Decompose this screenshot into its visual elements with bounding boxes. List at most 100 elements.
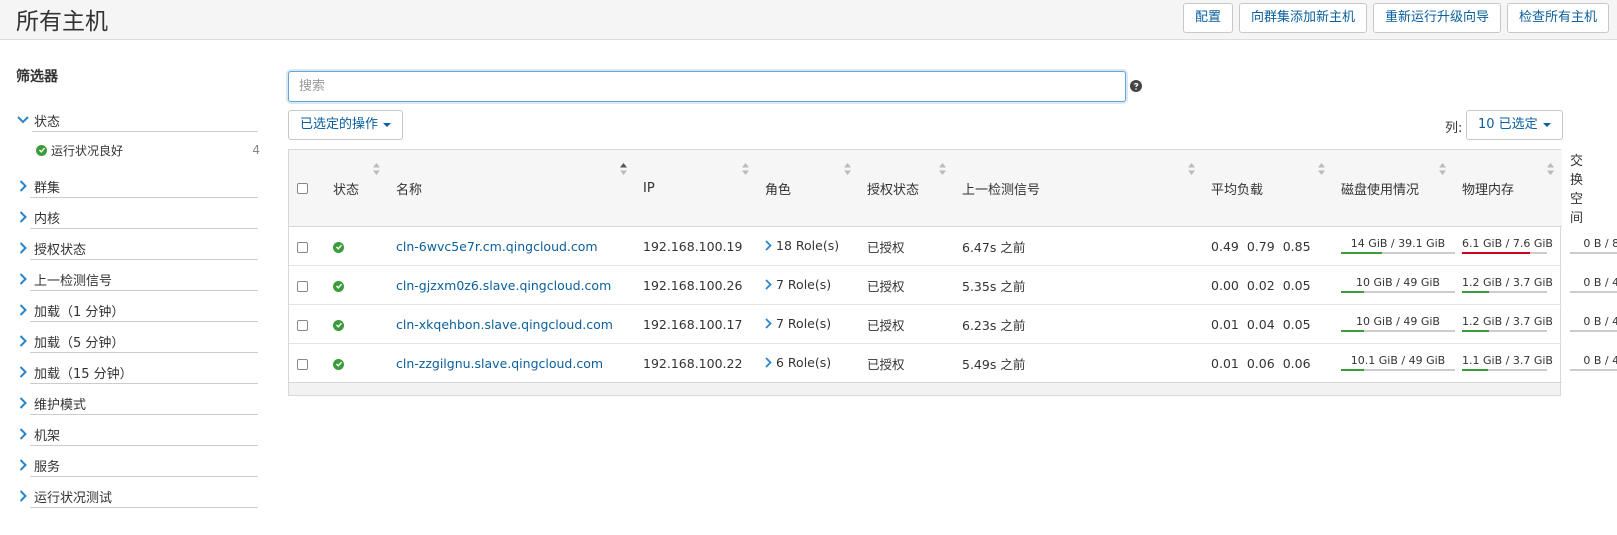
add-host-button[interactable]: 向群集添加新主机 bbox=[1238, 3, 1367, 33]
status-cell bbox=[325, 343, 388, 383]
chevron-right-icon bbox=[765, 318, 772, 329]
filter-toggle[interactable]: 加载（15 分钟） bbox=[16, 361, 262, 383]
col-header-load[interactable]: 平均负载 bbox=[1203, 150, 1334, 227]
divider bbox=[30, 476, 258, 477]
filter-label: 加载（5 分钟） bbox=[34, 335, 125, 351]
mem-usage-bar: 1.2 GiB / 3.7 GiB bbox=[1462, 316, 1553, 332]
hosts-table: 状态 名称 IP 角色 授权状态 上一检测信号 平均负载 磁盘使用情况 物理内存… bbox=[288, 149, 1617, 396]
check-circle-icon bbox=[333, 241, 344, 253]
roles-toggle[interactable]: 6 Role(s) bbox=[765, 355, 831, 370]
status-cell bbox=[325, 226, 388, 266]
roles-toggle[interactable]: 18 Role(s) bbox=[765, 238, 839, 253]
swap-usage-track bbox=[1570, 291, 1617, 293]
mem-usage-fill bbox=[1462, 291, 1490, 293]
roles-toggle[interactable]: 7 Role(s) bbox=[765, 277, 831, 292]
disk-usage-bar: 10 GiB / 49 GiB bbox=[1341, 315, 1456, 332]
col-header-roles[interactable]: 角色 bbox=[757, 150, 859, 227]
memory-cell: 1.2 GiB / 3.7 GiB bbox=[1454, 265, 1563, 305]
heartbeat-cell: 6.23s 之前 bbox=[954, 304, 1204, 344]
host-name-link[interactable]: cln-gjzxm0z6.slave.qingcloud.com bbox=[396, 278, 611, 293]
col-header-auth[interactable]: 授权状态 bbox=[859, 150, 954, 227]
filter-toggle[interactable]: 内核 bbox=[16, 206, 262, 228]
mem-usage-track bbox=[1462, 369, 1548, 371]
select-all-checkbox[interactable] bbox=[297, 182, 308, 194]
filter-group: 加载（15 分钟） bbox=[16, 361, 262, 384]
filter-toggle[interactable]: 加载（1 分钟） bbox=[16, 299, 262, 321]
load-5m: 0.04 bbox=[1246, 316, 1275, 332]
roles-cell: 7 Role(s) bbox=[757, 304, 859, 344]
search-input[interactable] bbox=[288, 71, 1126, 102]
mem-usage-track bbox=[1462, 291, 1548, 293]
sort-icon bbox=[1188, 163, 1196, 175]
select-all-cell bbox=[289, 150, 325, 227]
host-name-link[interactable]: cln-xkqehbon.slave.qingcloud.com bbox=[396, 317, 613, 332]
host-name-link[interactable]: cln-zzgilgnu.slave.qingcloud.com bbox=[396, 356, 603, 371]
col-header-name[interactable]: 名称 bbox=[388, 150, 635, 227]
filter-toggle[interactable]: 维护模式 bbox=[16, 392, 262, 414]
col-header-ip[interactable]: IP bbox=[635, 150, 757, 227]
filter-group: 服务 bbox=[16, 454, 262, 477]
name-cell: cln-xkqehbon.slave.qingcloud.com bbox=[388, 304, 635, 344]
filter-toggle-status[interactable]: 状态 bbox=[16, 109, 262, 131]
table-row: cln-zzgilgnu.slave.qingcloud.com 192.168.… bbox=[289, 343, 1617, 383]
filter-label: 内核 bbox=[34, 211, 61, 227]
row-checkbox[interactable] bbox=[297, 241, 308, 253]
columns-button-label: 10 已选定 bbox=[1478, 117, 1538, 132]
filter-toggle[interactable]: 服务 bbox=[16, 454, 262, 476]
filter-group: 维护模式 bbox=[16, 392, 262, 415]
load-cell: 0.49 0.79 0.85 bbox=[1203, 226, 1334, 266]
load-15m: 0.85 bbox=[1282, 238, 1311, 254]
filter-toggle[interactable]: 机架 bbox=[16, 423, 262, 445]
filter-label: 运行状况测试 bbox=[34, 490, 113, 506]
columns-dropdown[interactable]: 10 已选定 bbox=[1466, 110, 1563, 140]
auth-cell: 已授权 bbox=[859, 265, 954, 305]
divider bbox=[30, 414, 258, 415]
filter-toggle[interactable]: 群集 bbox=[16, 175, 262, 197]
load-1m: 0.01 bbox=[1211, 355, 1239, 371]
chevron-right-icon bbox=[765, 240, 772, 251]
row-select-cell bbox=[289, 265, 325, 305]
help-icon[interactable] bbox=[1130, 80, 1142, 92]
filter-group: 内核 bbox=[16, 206, 262, 229]
col-header-heartbeat[interactable]: 上一检测信号 bbox=[954, 150, 1204, 227]
filter-toggle[interactable]: 运行状况测试 bbox=[16, 485, 262, 507]
ip-cell: 192.168.100.19 bbox=[635, 226, 757, 266]
swap-usage-bar: 0 B / 4 GiB bbox=[1570, 277, 1617, 293]
col-header-status[interactable]: 状态 bbox=[325, 150, 388, 227]
heartbeat-cell: 6.47s 之前 bbox=[954, 226, 1204, 266]
disk-cell: 14 GiB / 39.1 GiB bbox=[1333, 226, 1456, 266]
row-checkbox[interactable] bbox=[297, 319, 308, 331]
check-circle-icon bbox=[333, 358, 344, 370]
chevron-right-icon bbox=[16, 458, 30, 472]
filter-toggle[interactable]: 加载（5 分钟） bbox=[16, 330, 262, 352]
row-checkbox[interactable] bbox=[297, 358, 308, 370]
mem-usage-fill bbox=[1462, 369, 1488, 371]
chevron-right-icon bbox=[16, 241, 30, 255]
roles-toggle[interactable]: 7 Role(s) bbox=[765, 316, 831, 331]
host-name-link[interactable]: cln-6wvc5e7r.cm.qingcloud.com bbox=[396, 239, 598, 254]
col-header-memory[interactable]: 物理内存 bbox=[1454, 150, 1563, 227]
disk-usage-text: 10 GiB / 49 GiB bbox=[1356, 315, 1440, 328]
roles-cell: 18 Role(s) bbox=[757, 226, 859, 266]
table-body: cln-6wvc5e7r.cm.qingcloud.com 192.168.100… bbox=[289, 226, 1617, 383]
page-title: 所有主机 bbox=[16, 9, 108, 35]
filter-toggle[interactable]: 授权状态 bbox=[16, 237, 262, 259]
rerun-upgrade-wizard-button[interactable]: 重新运行升级向导 bbox=[1372, 3, 1501, 33]
row-select-cell bbox=[289, 304, 325, 344]
table-row: cln-gjzxm0z6.slave.qingcloud.com 192.168.… bbox=[289, 265, 1617, 305]
disk-usage-text: 14 GiB / 39.1 GiB bbox=[1350, 237, 1446, 250]
load-5m: 0.06 bbox=[1246, 355, 1275, 371]
row-checkbox[interactable] bbox=[297, 280, 308, 292]
mem-usage-text: 1.2 GiB / 3.7 GiB bbox=[1462, 276, 1553, 289]
check-circle-icon bbox=[333, 280, 344, 292]
selected-actions-dropdown[interactable]: 已选定的操作 bbox=[288, 110, 404, 140]
filter-item-healthy[interactable]: 运行状况良好 4 bbox=[36, 141, 262, 159]
configure-button[interactable]: 配置 bbox=[1182, 3, 1233, 33]
col-header-label: 上一检测信号 bbox=[962, 182, 1041, 198]
inspect-all-hosts-button[interactable]: 检查所有主机 bbox=[1506, 3, 1609, 33]
filter-toggle[interactable]: 上一检测信号 bbox=[16, 268, 262, 290]
filter-label: 维护模式 bbox=[34, 397, 87, 413]
filter-group-status: 状态 运行状况良好 4 bbox=[16, 109, 262, 159]
col-header-disk[interactable]: 磁盘使用情况 bbox=[1333, 150, 1455, 227]
roles-count: 7 Role(s) bbox=[776, 316, 832, 331]
